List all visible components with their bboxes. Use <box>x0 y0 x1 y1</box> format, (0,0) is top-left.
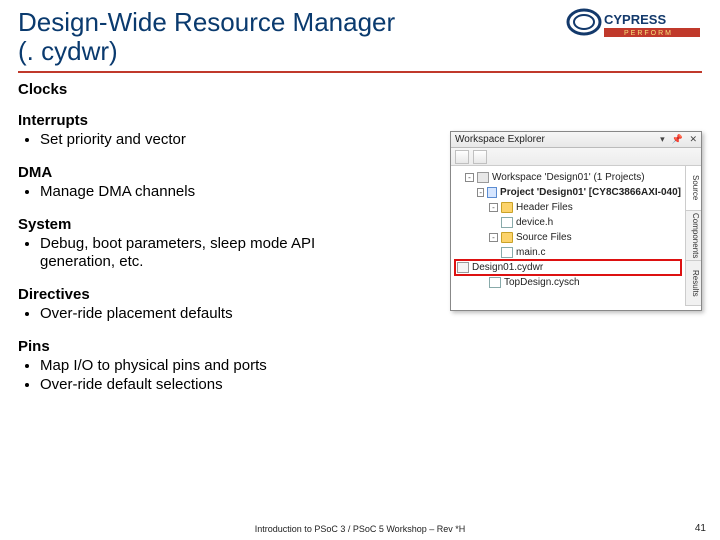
footer-text: Introduction to PSoC 3 / PSoC 5 Workshop… <box>0 524 720 534</box>
section-heading: System <box>18 216 378 233</box>
project-icon <box>487 187 497 198</box>
ide-panel-title: Workspace Explorer <box>455 134 545 145</box>
section-heading: Directives <box>18 286 378 303</box>
toolbar-button[interactable] <box>455 150 469 164</box>
file-icon <box>489 277 501 288</box>
ide-vertical-tabs: Source Components Results <box>685 166 701 306</box>
section-heading: Clocks <box>18 81 378 98</box>
tree-folder-header[interactable]: - Header Files <box>455 200 681 215</box>
file-icon <box>501 247 513 258</box>
section-directives: Directives Over-ride placement defaults <box>18 286 378 324</box>
tab-results[interactable]: Results <box>686 261 701 306</box>
slide-content: Clocks Interrupts Set priority and vecto… <box>0 73 720 394</box>
tree-label: Design01.cydwr <box>472 262 543 273</box>
bullet-item: Over-ride default selections <box>40 376 378 395</box>
tree-file[interactable]: device.h <box>455 215 681 230</box>
section-heading: DMA <box>18 164 378 181</box>
section-heading: Pins <box>18 338 378 355</box>
ide-titlebar: Workspace Explorer ▾ 📌 ✕ <box>451 132 701 148</box>
tree-file[interactable]: TopDesign.cysch <box>455 275 681 290</box>
bullet-item: Over-ride placement defaults <box>40 305 378 324</box>
folder-icon <box>501 202 513 213</box>
close-icon[interactable]: ✕ <box>689 134 697 144</box>
workspace-icon <box>477 172 489 183</box>
tree-label: TopDesign.cysch <box>504 277 580 288</box>
tree-label: Project 'Design01' [CY8C3866AXI-040] <box>500 187 681 198</box>
tree-label: Source Files <box>516 232 572 243</box>
tree-label: device.h <box>516 217 553 228</box>
section-heading: Interrupts <box>18 112 378 129</box>
tree-project[interactable]: - Project 'Design01' [CY8C3866AXI-040] <box>455 185 681 200</box>
logo-tag: PERFORM <box>624 30 673 37</box>
ide-toolbar <box>451 148 701 166</box>
tree-file-cydwr[interactable]: Design01.cydwr <box>455 260 681 275</box>
bullet-item: Debug, boot parameters, sleep mode API g… <box>40 235 378 273</box>
tree-folder-source[interactable]: - Source Files <box>455 230 681 245</box>
tree-file[interactable]: main.c <box>455 245 681 260</box>
cydwr-icon <box>457 262 469 273</box>
tree-workspace[interactable]: - Workspace 'Design01' (1 Projects) <box>455 170 681 185</box>
collapse-icon[interactable]: - <box>477 188 484 197</box>
file-icon <box>501 217 513 228</box>
collapse-icon[interactable]: - <box>489 233 498 242</box>
tree-label: main.c <box>516 247 545 258</box>
slide-header: Design-Wide Resource Manager (. cydwr) C… <box>0 0 720 67</box>
bullet-item: Map I/O to physical pins and ports <box>40 357 378 376</box>
autohide-icon[interactable]: 📌 <box>671 134 682 144</box>
tab-source[interactable]: Source <box>686 166 701 211</box>
bullet-item: Set priority and vector <box>40 131 378 150</box>
bullet-item: Manage DMA channels <box>40 183 378 202</box>
page-number: 41 <box>695 523 706 534</box>
title-line2: (. cydwr) <box>18 36 118 66</box>
collapse-icon[interactable]: - <box>489 203 498 212</box>
toolbar-button[interactable] <box>473 150 487 164</box>
tree-label: Header Files <box>516 202 573 213</box>
section-system: System Debug, boot parameters, sleep mod… <box>18 216 378 273</box>
section-clocks: Clocks <box>18 81 378 98</box>
collapse-icon[interactable]: - <box>465 173 474 182</box>
folder-icon <box>501 232 513 243</box>
slide-footer: Introduction to PSoC 3 / PSoC 5 Workshop… <box>0 524 720 534</box>
pin-icon[interactable]: ▾ <box>660 134 665 144</box>
section-pins: Pins Map I/O to physical pins and ports … <box>18 338 378 395</box>
logo-brand: CYPRESS <box>604 12 666 27</box>
title-line1: Design-Wide Resource Manager <box>18 7 395 37</box>
tree-label: Workspace 'Design01' (1 Projects) <box>492 172 645 183</box>
cypress-logo: CYPRESS PERFORM <box>566 6 706 44</box>
section-dma: DMA Manage DMA channels <box>18 164 378 202</box>
ide-panel: Workspace Explorer ▾ 📌 ✕ - Workspace 'De… <box>450 131 702 311</box>
tab-components[interactable]: Components <box>686 211 701 261</box>
section-interrupts: Interrupts Set priority and vector <box>18 112 378 150</box>
project-tree[interactable]: - Workspace 'Design01' (1 Projects) - Pr… <box>451 166 685 306</box>
